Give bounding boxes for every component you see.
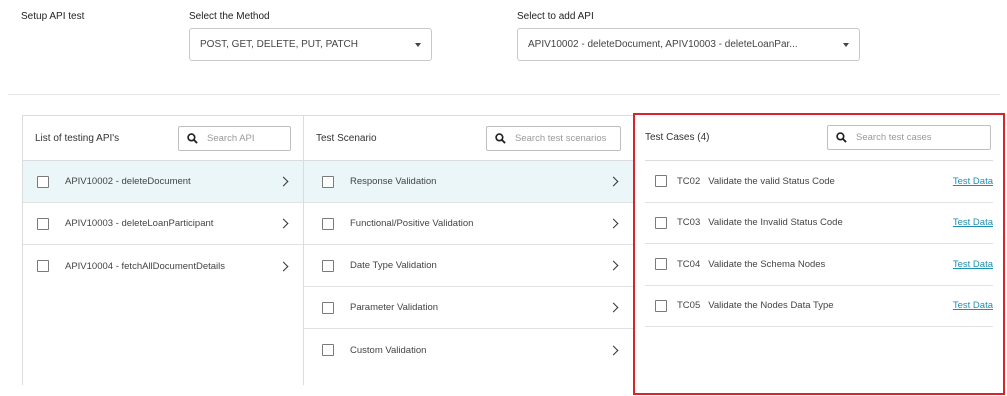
search-cases-input[interactable]: Search test cases [827, 125, 991, 150]
test-case-id: TC05 [677, 300, 701, 312]
test-case-id: TC02 [677, 175, 701, 187]
test-case-row[interactable]: TC05 Validate the Nodes Data Type Test D… [645, 286, 993, 327]
test-data-link[interactable]: Test Data [953, 217, 993, 228]
setup-title: Setup API test [21, 11, 85, 22]
test-case-row[interactable]: TC03 Validate the Invalid Status Code Te… [645, 203, 993, 244]
checkbox[interactable] [322, 344, 334, 356]
method-select-value: POST, GET, DELETE, PUT, PATCH [200, 39, 358, 50]
test-case-id: TC04 [677, 258, 701, 270]
api-list-item[interactable]: APIV10003 - deleteLoanParticipant [23, 203, 303, 245]
chevron-right-icon [278, 218, 289, 229]
scenario-item[interactable]: Functional/Positive Validation [304, 203, 633, 245]
scenario-item-label: Custom Validation [350, 344, 427, 356]
test-data-link[interactable]: Test Data [953, 176, 993, 187]
test-data-link[interactable]: Test Data [953, 300, 993, 311]
test-case-id: TC03 [677, 217, 701, 229]
search-cases-placeholder: Search test cases [856, 132, 932, 143]
checkbox[interactable] [322, 301, 334, 314]
search-icon [495, 132, 506, 144]
search-scenarios-placeholder: Search test scenarios [515, 132, 607, 144]
api-list-item-label: APIV10003 - deleteLoanParticipant [65, 218, 214, 229]
test-case-row[interactable]: TC02 Validate the valid Status Code Test… [645, 161, 993, 203]
checkbox[interactable] [655, 216, 667, 229]
checkbox[interactable] [655, 258, 667, 271]
chevron-right-icon [278, 176, 289, 187]
search-api-placeholder: Search API [207, 132, 255, 144]
test-cases-title: Test Cases (4) [645, 132, 710, 143]
api-list-item[interactable]: APIV10004 - fetchAllDocumentDetails [23, 245, 303, 287]
scenario-item[interactable]: Response Validation [304, 161, 633, 203]
checkbox[interactable] [322, 259, 334, 272]
scenario-item[interactable]: Date Type Validation [304, 245, 633, 287]
scenario-item-label: Date Type Validation [350, 260, 437, 271]
test-scenario-header: Test Scenario Search test scenarios [304, 116, 633, 161]
checkbox[interactable] [37, 175, 49, 188]
search-api-input[interactable]: Search API [178, 125, 291, 151]
test-scenario-panel: Test Scenario Search test scenarios Resp… [303, 115, 633, 385]
chevron-right-icon [608, 302, 619, 313]
test-case-label: Validate the Nodes Data Type [708, 300, 834, 312]
chevron-right-icon [608, 260, 619, 271]
search-icon [836, 132, 847, 143]
chevron-down-icon [415, 42, 421, 47]
method-label: Select the Method [189, 11, 270, 22]
api-label: Select to add API [517, 11, 594, 22]
chevron-right-icon [278, 261, 289, 271]
scenario-item[interactable]: Custom Validation [304, 329, 633, 371]
api-list-item-label: APIV10004 - fetchAllDocumentDetails [65, 260, 225, 272]
scenario-item-label: Response Validation [350, 176, 437, 187]
chevron-right-icon [608, 176, 619, 187]
test-case-row[interactable]: TC04 Validate the Schema Nodes Test Data [645, 244, 993, 286]
api-list-title: List of testing API's [35, 132, 120, 144]
checkbox[interactable] [37, 217, 49, 230]
scenario-item-label: Parameter Validation [350, 302, 439, 313]
checkbox[interactable] [37, 260, 49, 272]
scenario-item-label: Functional/Positive Validation [350, 218, 474, 229]
test-cases-panel: Test Cases (4) Search test cases TC02 Va… [633, 113, 1005, 395]
api-list-panel: List of testing API's Search API APIV100… [22, 115, 303, 385]
checkbox[interactable] [322, 217, 334, 230]
test-cases-header: Test Cases (4) Search test cases [645, 115, 993, 161]
api-select[interactable]: APIV10002 - deleteDocument, APIV10003 - … [517, 28, 860, 61]
checkbox[interactable] [655, 175, 667, 188]
test-case-label: Validate the Invalid Status Code [708, 217, 843, 229]
api-list-item[interactable]: APIV10002 - deleteDocument [23, 161, 303, 203]
api-list-header: List of testing API's Search API [23, 116, 303, 161]
test-scenario-title: Test Scenario [316, 132, 377, 144]
search-icon [187, 132, 198, 144]
divider [8, 94, 1000, 95]
chevron-down-icon [843, 42, 849, 47]
api-select-value: APIV10002 - deleteDocument, APIV10003 - … [528, 39, 798, 50]
scenario-item[interactable]: Parameter Validation [304, 287, 633, 329]
chevron-right-icon [608, 218, 619, 229]
api-list-item-label: APIV10002 - deleteDocument [65, 176, 191, 187]
test-data-link[interactable]: Test Data [953, 259, 993, 270]
test-case-label: Validate the Schema Nodes [708, 258, 826, 270]
checkbox[interactable] [655, 299, 667, 312]
chevron-right-icon [608, 345, 619, 355]
test-case-label: Validate the valid Status Code [708, 175, 835, 187]
checkbox[interactable] [322, 175, 334, 188]
search-scenarios-input[interactable]: Search test scenarios [486, 125, 621, 151]
method-select[interactable]: POST, GET, DELETE, PUT, PATCH [189, 28, 432, 61]
